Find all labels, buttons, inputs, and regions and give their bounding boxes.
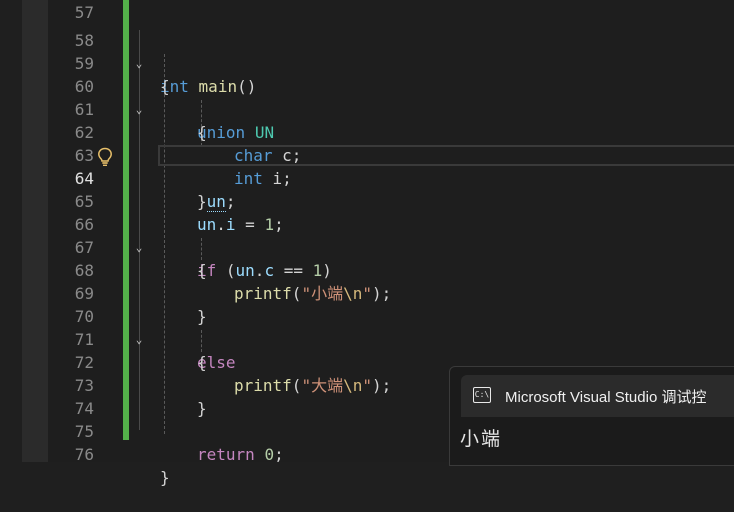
console-title: Microsoft Visual Studio 调试控 <box>505 389 707 406</box>
code-line: 59 { <box>0 29 734 96</box>
code-line: 63 int i; <box>0 121 734 188</box>
lightbulb-icon[interactable] <box>96 147 114 167</box>
code-line: 66 ⌄ if (un.c == 1) <box>0 190 734 280</box>
code-text: return 0; <box>197 445 284 464</box>
line-number: 76 <box>74 445 94 464</box>
code-line: 68 printf("小端\n"); <box>0 236 734 303</box>
code-line: 69 } <box>0 259 734 326</box>
code-line: 58 ⌄ int main() <box>0 6 734 96</box>
console-output: 小端 <box>460 428 503 450</box>
code-line: 57 <box>0 0 734 22</box>
code-line: 62 char c; <box>0 98 734 165</box>
code-line: 60 ⌄ union UN <box>0 52 734 142</box>
code-line: 61 { <box>0 75 734 142</box>
code-text: } <box>160 468 170 487</box>
code-line: 67 { <box>0 213 734 280</box>
console-app-icon: C:\ <box>473 387 491 403</box>
code-line: 70 ⌄ else <box>0 282 734 372</box>
debug-console-window[interactable]: C:\ Microsoft Visual Studio 调试控 ✕ 小端 <box>449 366 734 466</box>
code-line: 72 printf("大端\n"); <box>0 328 734 395</box>
code-line: 71 { <box>0 305 734 372</box>
console-title-bar[interactable]: C:\ Microsoft Visual Studio 调试控 ✕ <box>461 375 734 417</box>
code-line: 65 un.i = 1; <box>0 167 734 234</box>
